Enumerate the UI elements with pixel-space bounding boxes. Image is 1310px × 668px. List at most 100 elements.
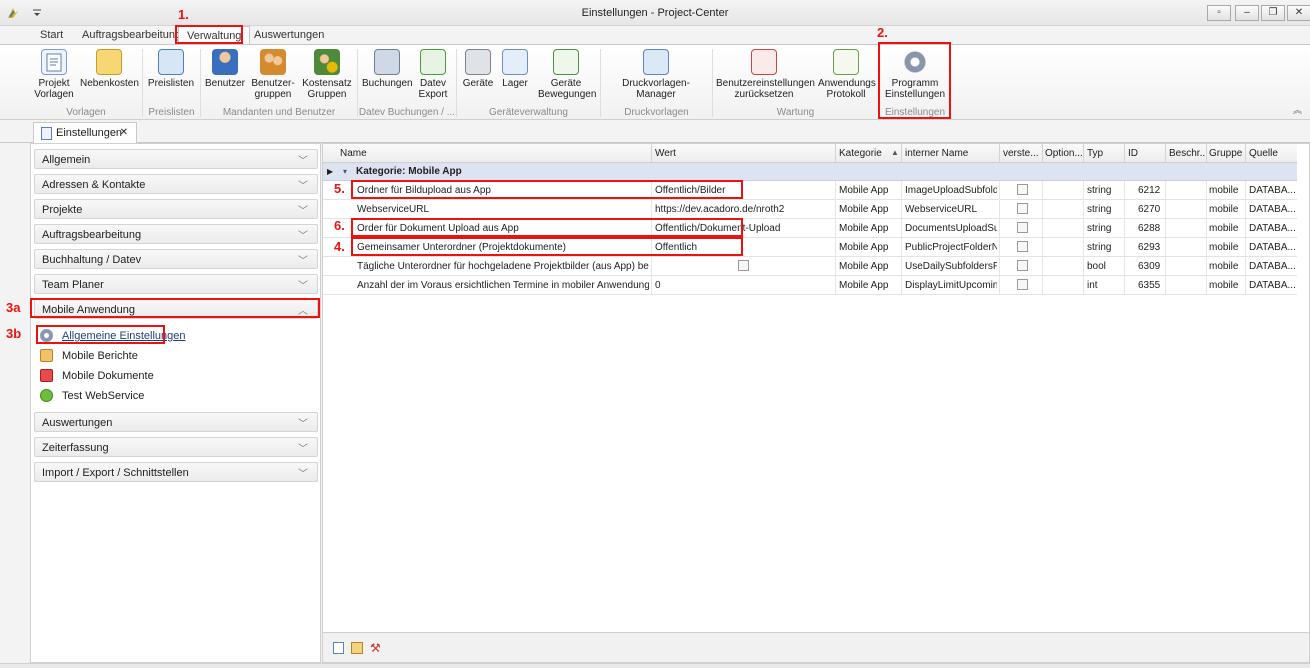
cell-intern: WebserviceURL	[905, 204, 978, 215]
geraete-bewegungen-label: Geräte Bewegungen	[538, 78, 597, 100]
chevron-down-icon: ﹀	[298, 256, 308, 267]
benutzereinstellungen-reset-label: Benutzereinstellungen zurücksetzen	[716, 78, 815, 100]
close-window-button[interactable]: ✕	[1287, 5, 1310, 21]
column-header-id[interactable]: ID	[1128, 148, 1138, 159]
section-import-export[interactable]: Import / Export / Schnittstellen ﹀	[34, 462, 318, 482]
ribbon-display-button[interactable]: ▫	[1207, 5, 1231, 21]
section-auftragsbearbeitung[interactable]: Auftragsbearbeitung ﹀	[34, 224, 318, 244]
annotation-label: 2.	[877, 25, 888, 40]
section-zeiterfassung[interactable]: Zeiterfassung ﹀	[34, 437, 318, 457]
tab-auswertungen[interactable]: Auswertungen	[254, 29, 324, 41]
einstellungen-doc-tab[interactable]: Einstellungen ✕	[33, 122, 137, 144]
buchungen-label: Buchungen	[362, 78, 413, 89]
cell-quelle: DATABA...	[1249, 223, 1295, 234]
section-auswertungen[interactable]: Auswertungen ﹀	[34, 412, 318, 432]
grid-column-line	[1124, 181, 1125, 295]
versteckt-checkbox[interactable]	[1017, 260, 1028, 271]
restore-button[interactable]: ❐	[1261, 5, 1285, 21]
group-label-druck: Druckvorlagen	[624, 107, 689, 118]
tools-icon[interactable]: ⚒	[370, 641, 381, 655]
cell-wert[interactable]: https://dev.acadoro.de/nroth2	[655, 204, 833, 215]
cell-quelle: DATABA...	[1249, 261, 1295, 272]
benutzer-gruppen-button[interactable]: Benutzer- gruppen	[250, 49, 296, 100]
group-label-geraete: Geräteverwaltung	[489, 107, 568, 118]
buchungen-button[interactable]: Buchungen	[362, 49, 413, 89]
pdf-icon	[40, 369, 53, 382]
chevron-down-icon: ﹀	[298, 281, 308, 292]
projekt-vorlagen-button[interactable]: Projekt Vorlagen	[33, 49, 75, 100]
chevron-down-icon: ﹀	[298, 156, 308, 167]
grid-column-line	[1042, 181, 1043, 295]
column-header-beschreibung[interactable]: Beschr...	[1169, 148, 1205, 159]
cell-kategorie: Mobile App	[839, 261, 889, 272]
table-row[interactable]: WebserviceURL https://dev.acadoro.de/nro…	[323, 200, 1297, 219]
section-buchhaltung-datev[interactable]: Buchhaltung / Datev ﹀	[34, 249, 318, 269]
column-divider	[835, 144, 836, 163]
versteckt-checkbox[interactable]	[1017, 279, 1028, 290]
collapse-ribbon-icon[interactable]: ︽	[1293, 103, 1302, 116]
section-label: Adressen & Kontakte	[42, 179, 146, 191]
column-header-optional[interactable]: Option...	[1045, 148, 1082, 159]
chevron-down-icon: ﹀	[298, 231, 308, 242]
group-row[interactable]: ▶ ▾ Kategorie: Mobile App	[323, 163, 1297, 181]
column-header-name[interactable]: Name	[340, 148, 367, 159]
preislisten-label: Preislisten	[147, 78, 195, 89]
datev-export-button[interactable]: Datev Export	[414, 49, 452, 100]
cell-name: Anzahl der im Voraus ersichtlichen Termi…	[357, 280, 649, 291]
settings-navigation-panel: Allgemein ﹀ Adressen & Kontakte ﹀ Projekte…	[30, 143, 321, 663]
grid-column-line	[901, 181, 902, 295]
section-allgemein[interactable]: Allgemein ﹀	[34, 149, 318, 169]
anwendungs-protokoll-button[interactable]: Anwendungs Protokoll	[818, 49, 876, 100]
nebenkosten-button[interactable]: Nebenkosten	[80, 49, 139, 89]
kostensatz-gruppen-button[interactable]: Kostensatz Gruppen	[302, 49, 352, 100]
table-row[interactable]: Anzahl der im Voraus ersichtlichen Termi…	[323, 276, 1297, 295]
benutzer-gruppen-label: Benutzer- gruppen	[251, 78, 295, 100]
cell-typ: string	[1087, 223, 1112, 234]
benutzer-button[interactable]: Benutzer	[204, 49, 246, 89]
versteckt-checkbox[interactable]	[1017, 241, 1028, 252]
minimize-button[interactable]: –	[1235, 5, 1259, 21]
column-header-wert[interactable]: Wert	[655, 148, 676, 159]
copy-icon[interactable]	[333, 642, 344, 654]
column-header-kategorie[interactable]: Kategorie	[839, 148, 882, 159]
tab-start[interactable]: Start	[40, 29, 63, 41]
benutzereinstellungen-reset-button[interactable]: Benutzereinstellungen zurücksetzen	[716, 49, 815, 100]
section-adressen-kontakte[interactable]: Adressen & Kontakte ﹀	[34, 174, 318, 194]
grid-footer-toolbar: ⚒	[322, 632, 1310, 663]
column-header-versteckt[interactable]: verste...	[1003, 148, 1041, 159]
versteckt-checkbox[interactable]	[1017, 184, 1028, 195]
column-header-quelle[interactable]: Quelle	[1249, 148, 1278, 159]
column-header-typ[interactable]: Typ	[1087, 148, 1103, 159]
column-header-gruppe[interactable]: Gruppe	[1209, 148, 1242, 159]
window-title: Einstellungen - Project-Center	[581, 7, 729, 19]
row-indicator-icon: ▶	[327, 167, 334, 176]
collapse-group-icon[interactable]: ▾	[343, 167, 347, 176]
column-header-intern[interactable]: interner Name	[905, 148, 968, 159]
annotation-box-bildupload	[351, 180, 743, 199]
geraete-bewegungen-button[interactable]: Geräte Bewegungen	[538, 49, 597, 100]
tab-auftragsbearbeitung[interactable]: Auftragsbearbeitung	[82, 29, 181, 41]
versteckt-checkbox[interactable]	[1017, 203, 1028, 214]
datev-export-label: Datev Export	[418, 78, 448, 100]
table-row[interactable]: Tägliche Unterordner für hochgeladene Pr…	[323, 257, 1297, 276]
annotation-label: 4.	[334, 239, 345, 254]
preislisten-button[interactable]: Preislisten	[146, 49, 196, 89]
close-tab-icon[interactable]: ✕	[120, 127, 128, 138]
section-team-planer[interactable]: Team Planer ﹀	[34, 274, 318, 294]
template-icon	[41, 49, 67, 75]
wert-checkbox[interactable]	[738, 260, 749, 271]
column-divider	[999, 144, 1000, 163]
column-divider	[1206, 144, 1207, 163]
geraete-button[interactable]: Geräte	[460, 49, 496, 89]
checklist-icon[interactable]	[351, 642, 363, 654]
column-divider	[1245, 144, 1246, 163]
druckvorlagen-manager-button[interactable]: Druckvorlagen-Manager	[604, 49, 708, 100]
cell-wert[interactable]: 0	[655, 280, 833, 291]
cell-quelle: DATABA...	[1249, 280, 1295, 291]
section-projekte[interactable]: Projekte ﹀	[34, 199, 318, 219]
folder-icon	[96, 49, 122, 75]
column-divider	[901, 144, 902, 163]
cell-intern: ImageUploadSubfold...	[905, 185, 997, 196]
versteckt-checkbox[interactable]	[1017, 222, 1028, 233]
lager-button[interactable]: Lager	[500, 49, 530, 89]
